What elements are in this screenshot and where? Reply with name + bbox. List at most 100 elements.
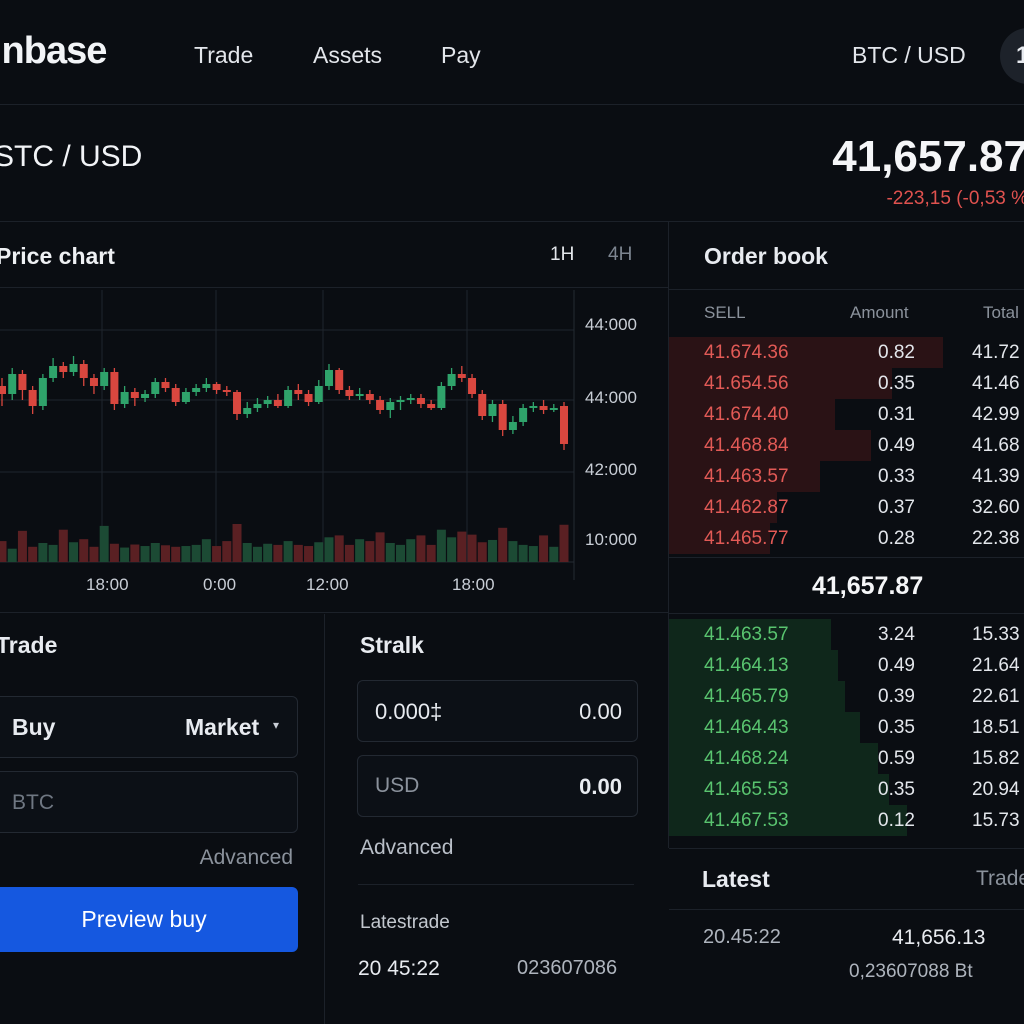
usd-label: USD: [375, 774, 420, 797]
order-amount: 0.28: [878, 528, 915, 549]
buy-order-row[interactable]: 41.468.24 0.59 15.82: [669, 743, 1024, 774]
x-axis-label: 12:00: [306, 575, 349, 594]
volume-bar: [385, 543, 395, 562]
volume-bar: [0, 541, 7, 562]
candle-body: [355, 394, 364, 396]
chevron-down-icon[interactable]: ▾: [273, 718, 279, 732]
latest-trade-label: Latestrade: [360, 912, 450, 933]
latest-header-divider: [669, 909, 1024, 910]
candle-body: [406, 398, 415, 400]
candle-body: [539, 406, 548, 410]
nav-link-pay[interactable]: Pay: [441, 42, 481, 69]
buy-order-row[interactable]: 41.464.43 0.35 18.51: [669, 712, 1024, 743]
candle-body: [161, 382, 170, 388]
timeframe-1h[interactable]: 1H: [550, 244, 574, 266]
order-price: 41.465.77: [704, 528, 789, 549]
volume-bar: [171, 546, 181, 562]
volume-bar: [69, 542, 79, 562]
nav-link-trade[interactable]: Trade: [194, 42, 253, 69]
order-amount: 0.59: [878, 748, 915, 769]
order-price: 41.463.57: [704, 624, 789, 645]
buy-order-row[interactable]: 41.465.53 0.35 20.94: [669, 774, 1024, 805]
volume-bar: [365, 541, 375, 562]
volume-bar: [120, 547, 130, 562]
advanced-link-2[interactable]: Advanced: [360, 836, 453, 860]
logo[interactable]: inbase: [0, 30, 107, 73]
candle-body: [457, 374, 466, 378]
y-axis-labels: 44:000 44:000 42:000 10:000: [585, 315, 637, 549]
sell-order-row[interactable]: 41.465.77 0.28 22.38: [669, 523, 1024, 554]
buy-order-row[interactable]: 41.467.53 0.12 15.73: [669, 805, 1024, 836]
buy-order-row[interactable]: 41.464.13 0.49 21.64: [669, 650, 1024, 681]
candles: [0, 356, 568, 450]
price-chart[interactable]: 44:00044:00042:00010:000 18:00 0:00 12:00 1…: [0, 290, 668, 610]
order-total: 15.33: [972, 624, 1020, 645]
order-amount: 0.49: [878, 435, 915, 456]
sell-order-row[interactable]: 41.654.56 0.35 41.46: [669, 368, 1024, 399]
amount-total: 0.00: [579, 699, 622, 724]
volume-bar: [17, 530, 27, 562]
order-total: 42.99: [972, 404, 1020, 425]
candle-body: [202, 384, 211, 388]
buy-order-row[interactable]: 41.463.57 3.24 15.33: [669, 619, 1024, 650]
candle-body: [478, 394, 487, 416]
volume-bar: [28, 546, 38, 562]
sell-order-row[interactable]: 41.468.84 0.49 41.68: [669, 430, 1024, 461]
sell-order-row[interactable]: 41.674.36 0.82 41.72: [669, 337, 1024, 368]
volume-bar: [79, 539, 89, 562]
avatar[interactable]: 1: [1000, 28, 1024, 84]
volume-bar: [457, 531, 467, 562]
volume-bar: [201, 539, 211, 562]
side-buy[interactable]: Buy: [12, 714, 55, 741]
volume-bar: [38, 543, 48, 562]
sell-order-row[interactable]: 41.463.57 0.33 41.39: [669, 461, 1024, 492]
y-axis-label: 10:000: [585, 530, 637, 549]
orderbook-title: Order book: [704, 243, 828, 269]
x-axis-label: 18:00: [86, 575, 129, 594]
latest-title: Latest: [702, 866, 770, 892]
candle-body: [529, 406, 538, 408]
volume-bar: [487, 539, 497, 562]
volume-bar: [436, 529, 446, 562]
order-total: 22.61: [972, 686, 1020, 707]
order-amount: 0.39: [878, 686, 915, 707]
btc-amount-placeholder: BTC: [12, 791, 54, 814]
volume-bar: [334, 535, 344, 562]
pair-selector[interactable]: BTC / USD: [852, 42, 966, 69]
order-amount: 0.49: [878, 655, 915, 676]
order-price: 41.464.43: [704, 717, 789, 738]
advanced-link[interactable]: Advanced: [200, 846, 293, 870]
volume-bar: [447, 537, 457, 562]
candle-body: [120, 392, 129, 404]
preview-buy-button[interactable]: Preview buy: [0, 887, 298, 952]
tab-trades[interactable]: Trades: [976, 867, 1024, 891]
volume-bar: [232, 524, 242, 562]
candle-body: [59, 366, 68, 372]
volume-bar: [416, 535, 426, 562]
candle-body: [304, 394, 313, 402]
order-type-dropdown[interactable]: Market: [185, 714, 259, 741]
timeframe-4h[interactable]: 4H: [608, 244, 632, 266]
nav-link-assets[interactable]: Assets: [313, 42, 382, 69]
buy-order-row[interactable]: 41.465.79 0.39 22.61: [669, 681, 1024, 712]
candle-body: [212, 384, 221, 390]
x-axis-labels: 18:00 0:00 12:00 18:00: [86, 575, 495, 594]
sell-order-row[interactable]: 41.674.40 0.31 42.99: [669, 399, 1024, 430]
volume-bar: [99, 525, 109, 562]
latest-trade-row-price: 41,656.13: [892, 926, 986, 949]
candle-body: [468, 378, 477, 394]
candle-body: [345, 390, 354, 396]
volume-bar: [263, 543, 273, 562]
volume-bar: [212, 546, 222, 562]
sell-order-row[interactable]: 41.462.87 0.37 32.60: [669, 492, 1024, 523]
volume-bar: [324, 537, 334, 562]
volume-bar: [467, 534, 477, 562]
candle-body: [437, 386, 446, 408]
order-amount: 0.33: [878, 466, 915, 487]
stralk-divider: [358, 884, 634, 885]
order-total: 18.51: [972, 717, 1020, 738]
x-axis-label: 0:00: [203, 575, 236, 594]
trade-title: Trade: [0, 632, 58, 658]
order-price: 41.467.53: [704, 810, 789, 831]
candle-body: [141, 394, 150, 398]
